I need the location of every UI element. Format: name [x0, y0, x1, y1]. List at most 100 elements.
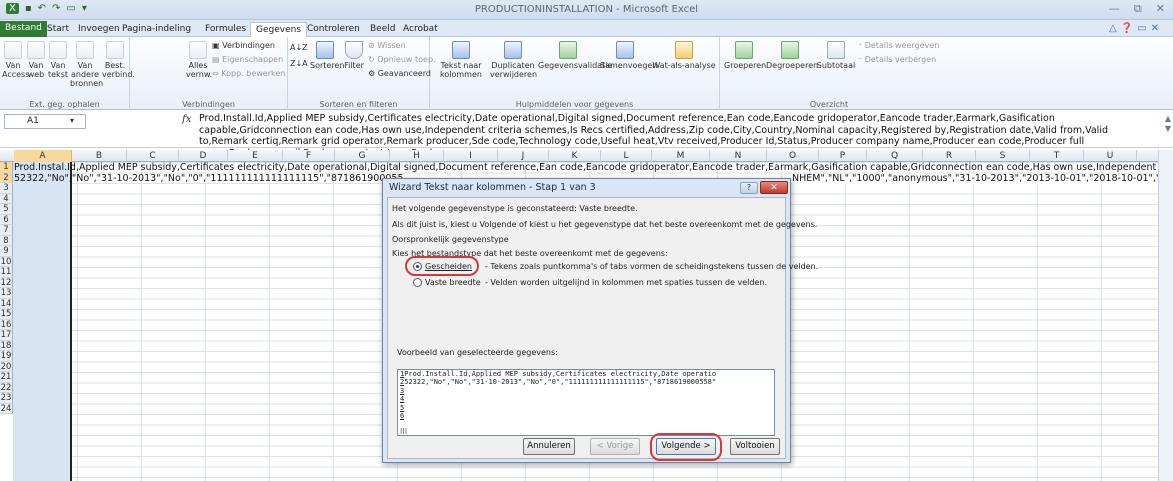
from-web-button[interactable]: Van web: [26, 41, 46, 79]
text-to-columns-button[interactable]: Tekst naar kolommen: [436, 41, 486, 79]
remove-duplicates-button[interactable]: Duplicaten verwijderen: [490, 41, 537, 79]
column-header-b[interactable]: B: [72, 150, 127, 162]
formula-scroll-icon[interactable]: ▲ ▼: [1165, 114, 1171, 134]
row-header-4[interactable]: 4: [0, 193, 13, 204]
hide-detail-item[interactable]: ⁻ Details verbergen: [858, 55, 936, 64]
column-header-m[interactable]: M: [652, 150, 710, 162]
column-header-l[interactable]: L: [601, 150, 652, 162]
minimize-icon[interactable]: —: [1109, 2, 1120, 16]
column-header-s[interactable]: S: [976, 150, 1030, 162]
sort-az-icon[interactable]: A↓Z: [290, 43, 308, 52]
row-header-6[interactable]: 6: [0, 214, 13, 225]
column-header-p[interactable]: P: [819, 150, 867, 162]
column-header-d[interactable]: D: [179, 150, 228, 162]
row-header-12[interactable]: 12: [0, 277, 13, 288]
column-header-r[interactable]: R: [923, 150, 976, 162]
row-header-17[interactable]: 17: [0, 330, 13, 341]
column-header-h[interactable]: H: [390, 150, 444, 162]
group-button[interactable]: Groeperen: [724, 41, 766, 70]
from-access-button[interactable]: Van Access: [2, 41, 29, 79]
from-text-button[interactable]: Van tekst: [48, 41, 68, 79]
row-header-1[interactable]: 1: [0, 162, 13, 173]
column-header-g[interactable]: G: [335, 150, 390, 162]
tab-start[interactable]: Start: [42, 22, 74, 37]
refresh-all-button[interactable]: Alles vernw.: [186, 41, 212, 79]
cell-a2[interactable]: 52322,"No","No","31-10-2013","No","0","1…: [14, 173, 404, 185]
connections-item[interactable]: ▣ Verbindingen: [212, 41, 275, 50]
column-header-j[interactable]: J: [498, 150, 549, 162]
close-window-icon[interactable]: ✕: [1156, 2, 1165, 16]
name-box-dropdown-icon[interactable]: ▾: [70, 116, 74, 125]
tab-gegevens[interactable]: Gegevens: [250, 22, 308, 38]
properties-item[interactable]: ▤ Eigenschappen: [212, 55, 283, 64]
row-header-11[interactable]: 11: [0, 267, 13, 278]
cell-a1[interactable]: Prod.Instal.Id,Applied MEP subsidy,Certi…: [14, 162, 1173, 174]
dialog-help-button[interactable]: ?: [740, 182, 758, 194]
show-detail-label: Details weergeven: [864, 41, 940, 50]
row-header-22[interactable]: 22: [0, 382, 13, 393]
row-header-16[interactable]: 16: [0, 319, 13, 330]
column-header-q[interactable]: Q: [867, 150, 923, 162]
tab-controleren[interactable]: Controleren: [302, 22, 365, 37]
column-header-t[interactable]: T: [1030, 150, 1084, 162]
column-header-i[interactable]: I: [444, 150, 498, 162]
column-header-a[interactable]: A: [14, 150, 72, 162]
help-icon[interactable]: △❓▭✕: [1109, 23, 1163, 34]
tab-acrobat[interactable]: Acrobat: [398, 22, 443, 37]
row-header-24[interactable]: 24: [0, 403, 13, 414]
preview-scroll-text[interactable]: III: [400, 427, 407, 436]
consolidate-button[interactable]: Samenvoegen: [600, 41, 657, 70]
column-header-f[interactable]: F: [283, 150, 335, 162]
row-header-14[interactable]: 14: [0, 298, 13, 309]
sort-button[interactable]: Sorteren: [310, 41, 344, 70]
insert-function-icon[interactable]: fx: [182, 114, 191, 125]
column-header-e[interactable]: E: [228, 150, 283, 162]
data-validation-button[interactable]: Gegevensvalidatie: [538, 41, 612, 70]
restore-icon[interactable]: ⧉: [1134, 2, 1142, 16]
column-header-u[interactable]: U: [1084, 150, 1137, 162]
dialog-close-button[interactable]: ✕: [760, 181, 788, 194]
tab-bestand[interactable]: Bestand: [0, 21, 47, 37]
column-header-k[interactable]: K: [549, 150, 601, 162]
row-header-9[interactable]: 9: [0, 246, 13, 257]
row-header-8[interactable]: 8: [0, 235, 13, 246]
cancel-button[interactable]: Annuleren: [523, 438, 575, 455]
column-header-c[interactable]: C: [127, 150, 179, 162]
finish-button[interactable]: Voltooien: [730, 438, 780, 455]
preview-line-number: 3: [400, 386, 405, 395]
back-button[interactable]: < Vorige: [590, 438, 640, 455]
fixed-width-radio[interactable]: [413, 278, 422, 287]
existing-connections-button[interactable]: Best. verbind.: [102, 41, 135, 79]
filter-button[interactable]: Filter: [342, 41, 366, 70]
row-header-15[interactable]: 15: [0, 309, 13, 320]
tab-beeld[interactable]: Beeld: [365, 22, 400, 37]
row-header-18[interactable]: 18: [0, 340, 13, 351]
column-header-n[interactable]: N: [710, 150, 767, 162]
row-header-10[interactable]: 10: [0, 256, 13, 267]
ungroup-button[interactable]: Degroeperen: [766, 41, 818, 70]
reapply-item[interactable]: ↻ Opnieuw toep.: [368, 55, 436, 64]
data-preview[interactable]: 1Prod.Install.Id,Applied MEP subsidy,Cer…: [397, 369, 775, 436]
row-header-13[interactable]: 13: [0, 288, 13, 299]
row-header-21[interactable]: 21: [0, 372, 13, 383]
row-header-20[interactable]: 20: [0, 361, 13, 372]
row-header-7[interactable]: 7: [0, 225, 13, 236]
show-detail-item[interactable]: ⁺ Details weergeven: [858, 41, 939, 50]
clear-item[interactable]: ⊘ Wissen: [368, 41, 406, 50]
from-other-button[interactable]: Van andere bronnen: [70, 41, 103, 88]
row-header-2[interactable]: 2: [0, 172, 13, 183]
vertical-scrollbar[interactable]: [1158, 150, 1173, 481]
tab-pagina-indeling[interactable]: Pagina-indeling: [117, 22, 196, 37]
subtotal-button[interactable]: Subtotaal: [816, 41, 856, 70]
fixed-width-label[interactable]: Vaste breedte: [425, 278, 481, 287]
sort-za-icon[interactable]: Z↓A: [290, 59, 308, 68]
row-header-3[interactable]: 3: [0, 183, 13, 194]
row-header-23[interactable]: 23: [0, 393, 13, 404]
column-header-o[interactable]: O: [767, 150, 819, 162]
edit-links-item[interactable]: ⇔ Kopp. bewerken: [212, 69, 285, 78]
row-header-19[interactable]: 19: [0, 351, 13, 362]
tab-formules[interactable]: Formules: [200, 22, 251, 37]
what-if-button[interactable]: Wat-als-analyse: [652, 41, 716, 70]
row-header-5[interactable]: 5: [0, 204, 13, 215]
advanced-item[interactable]: ⚙ Geavanceerd: [368, 69, 431, 78]
